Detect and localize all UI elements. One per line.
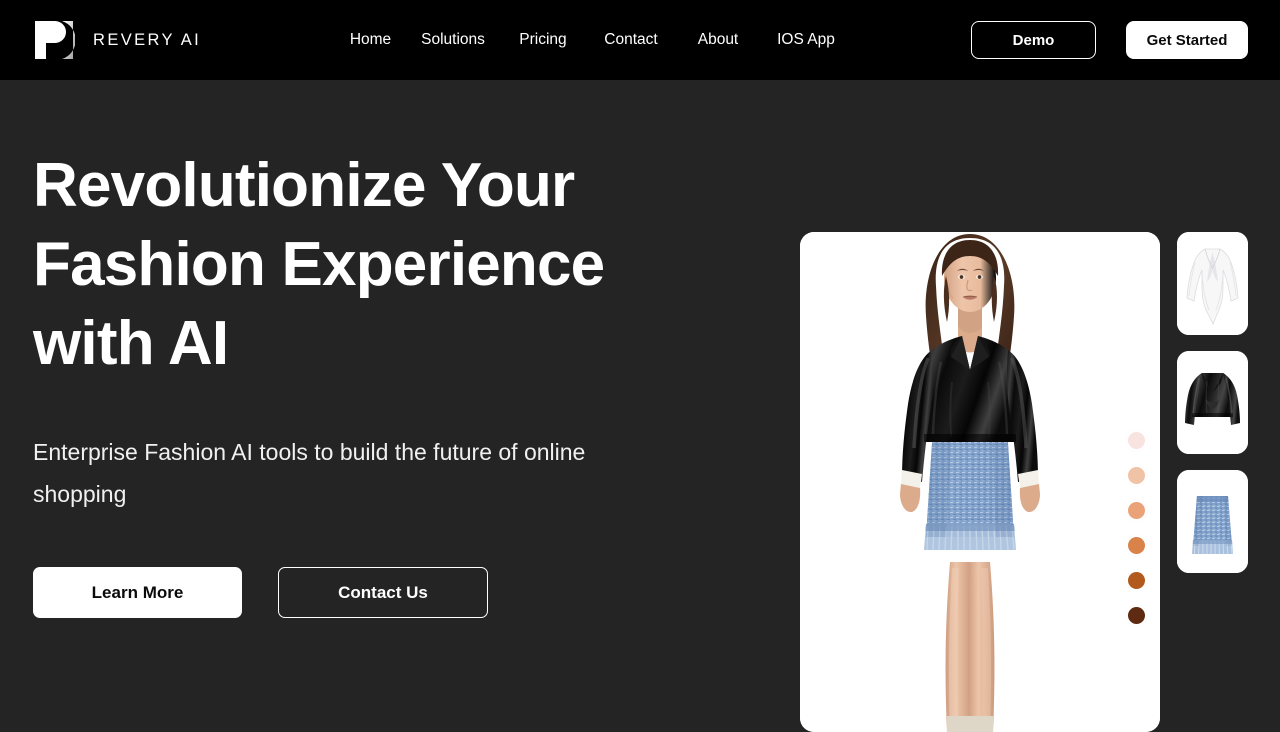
nav-item-about[interactable]: About	[698, 31, 739, 49]
brand-name: REVERY AI	[93, 30, 202, 49]
skin-tone-selector	[1128, 432, 1145, 624]
hero-subheadline: Enterprise Fashion AI tools to build the…	[33, 439, 586, 507]
skin-tone-swatch-4[interactable]	[1128, 537, 1145, 554]
thumbnail-blue-tweed-fringe-skirt[interactable]	[1177, 470, 1248, 573]
nav-item-contact[interactable]: Contact	[604, 31, 657, 49]
nav-item-solutions[interactable]: Solutions	[421, 31, 485, 49]
thumbnail-white-bodysuit-blouse[interactable]	[1177, 232, 1248, 335]
skin-tone-swatch-6[interactable]	[1128, 607, 1145, 624]
nav-item-home[interactable]: Home	[350, 31, 391, 49]
thumbnail-black-cropped-leather-jacket[interactable]	[1177, 351, 1248, 454]
header-actions: Demo Get Started	[971, 0, 1248, 80]
nav-item-ios-app[interactable]: IOS App	[777, 31, 835, 49]
skin-tone-swatch-2[interactable]	[1128, 467, 1145, 484]
revery-r-logo-icon	[33, 19, 75, 61]
demo-button[interactable]: Demo	[971, 21, 1096, 59]
skin-tone-swatch-1[interactable]	[1128, 432, 1145, 449]
site-header: REVERY AI Home Solutions Pricing Contact…	[0, 0, 1280, 80]
garment-thumbnail-list	[1177, 232, 1248, 573]
hero-text-block: Revolutionize Your Fashion Experience wi…	[33, 146, 733, 618]
page-title: Revolutionize Your Fashion Experience wi…	[33, 151, 605, 378]
learn-more-button[interactable]: Learn More	[33, 567, 242, 618]
primary-navigation: Home Solutions Pricing Contact About IOS…	[335, 0, 852, 80]
model-stage-card[interactable]	[800, 232, 1160, 732]
nav-item-pricing[interactable]: Pricing	[519, 31, 566, 49]
skin-tone-swatch-3[interactable]	[1128, 502, 1145, 519]
hero-cta-row: Learn More Contact Us	[33, 567, 733, 618]
model-image	[800, 232, 1160, 732]
brand-logo[interactable]: REVERY AI	[33, 19, 201, 61]
contact-us-button[interactable]: Contact Us	[278, 567, 488, 618]
skin-tone-swatch-5[interactable]	[1128, 572, 1145, 589]
get-started-button[interactable]: Get Started	[1126, 21, 1248, 59]
